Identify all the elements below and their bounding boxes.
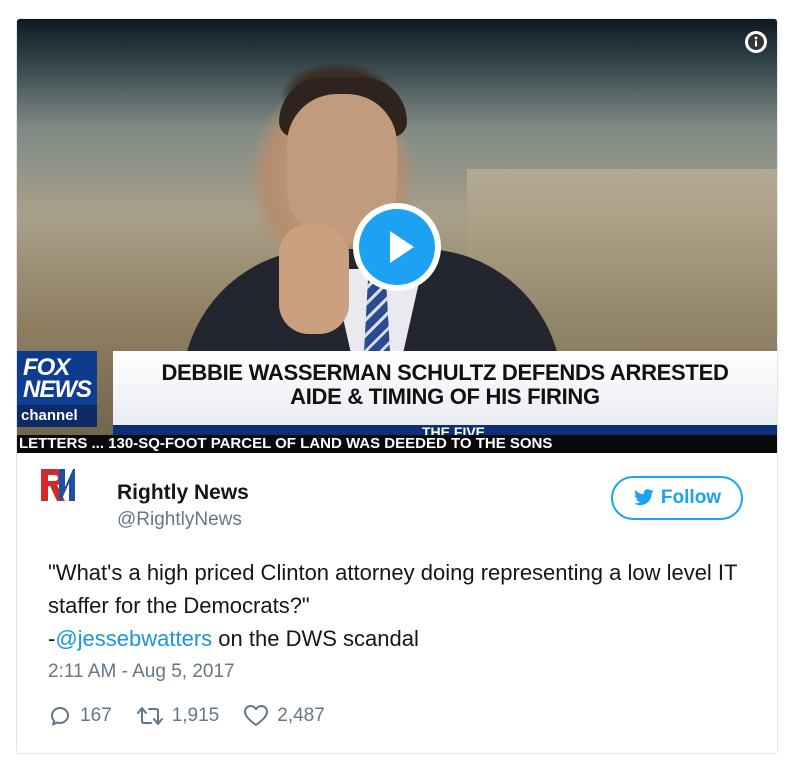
video-person-hand bbox=[279, 224, 349, 334]
retweet-count: 1,915 bbox=[171, 705, 220, 726]
headline-line-1: DEBBIE WASSERMAN SCHULTZ DEFENDS ARRESTE… bbox=[161, 360, 729, 385]
mention-link[interactable]: @jessebwatters bbox=[55, 626, 212, 651]
logo-line-2: NEWS bbox=[23, 376, 92, 403]
tweet-text: "What's a high priced Clinton attorney d… bbox=[48, 556, 748, 655]
bird-icon bbox=[633, 489, 654, 506]
play-button-circle bbox=[359, 209, 435, 285]
reply-icon bbox=[51, 707, 69, 726]
author-avatar[interactable] bbox=[37, 465, 77, 505]
headline-line-2: AIDE & TIMING OF HIS FIRING bbox=[290, 384, 600, 409]
reply-action[interactable]: 167 bbox=[48, 704, 112, 728]
video-player[interactable]: FOX NEWS channel DEBBIE WASSERMAN SCHULT… bbox=[17, 19, 777, 453]
retweet-icon bbox=[136, 707, 163, 725]
news-ticker: LETTERS ... 130-SQ-FOOT PARCEL OF LAND W… bbox=[17, 435, 777, 453]
heart-icon bbox=[244, 705, 269, 726]
tweet-suffix: on the DWS scandal bbox=[212, 626, 419, 651]
author-handle[interactable]: @RightlyNews bbox=[117, 509, 242, 531]
like-count: 2,487 bbox=[277, 705, 325, 726]
follow-label: Follow bbox=[660, 487, 722, 508]
info-icon[interactable] bbox=[745, 31, 767, 53]
like-action[interactable]: 2,487 bbox=[243, 704, 325, 728]
follow-button[interactable]: Follow bbox=[611, 476, 743, 520]
ticker-text: LETTERS ... 130-SQ-FOOT PARCEL OF LAND W… bbox=[19, 435, 553, 452]
tweet-actions: 167 1,915 2,487 bbox=[48, 704, 325, 728]
retweet-action[interactable]: 1,915 bbox=[136, 705, 220, 727]
reply-count: 167 bbox=[80, 705, 112, 726]
author-name[interactable]: Rightly News bbox=[117, 481, 249, 505]
headline-box: DEBBIE WASSERMAN SCHULTZ DEFENDS ARRESTE… bbox=[113, 351, 777, 425]
tweet-timestamp[interactable]: 2:11 AM - Aug 5, 2017 bbox=[48, 661, 235, 683]
logo-channel-label: channel bbox=[17, 405, 97, 427]
tweet-quote: "What's a high priced Clinton attorney d… bbox=[48, 560, 738, 618]
play-button[interactable] bbox=[353, 203, 441, 291]
play-icon bbox=[390, 231, 414, 263]
news-chyron: FOX NEWS channel DEBBIE WASSERMAN SCHULT… bbox=[17, 351, 777, 453]
tweet-card: FOX NEWS channel DEBBIE WASSERMAN SCHULT… bbox=[16, 18, 778, 754]
